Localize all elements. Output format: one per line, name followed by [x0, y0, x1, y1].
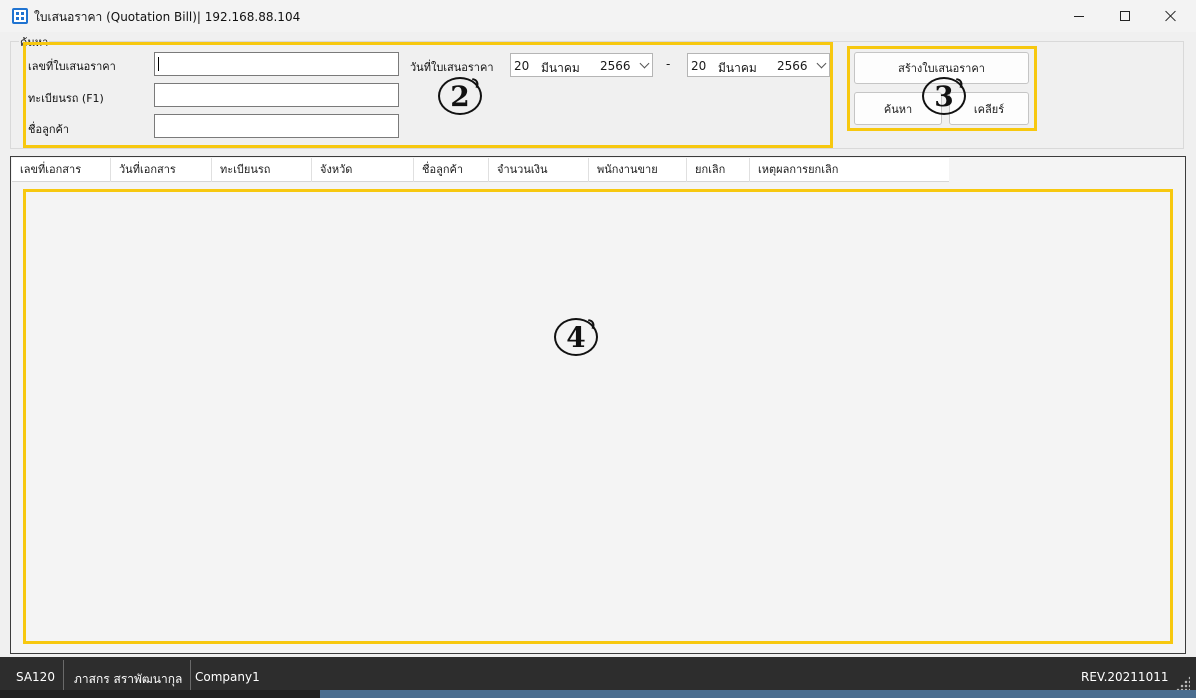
maximize-icon	[1120, 11, 1130, 21]
annotation-marker-2: 2	[438, 77, 482, 115]
taskbar-edge	[0, 690, 320, 698]
close-button[interactable]	[1148, 0, 1194, 32]
window-title: ใบเสนอราคา (Quotation Bill)| 192.168.88.…	[34, 10, 301, 24]
minimize-icon	[1074, 15, 1084, 17]
minimize-button[interactable]	[1056, 0, 1102, 32]
status-divider	[63, 660, 64, 690]
annotation-marker-4: 4	[554, 318, 598, 356]
column-header[interactable]: ชื่อลูกค้า	[414, 158, 489, 182]
status-user: ภาสกร สราพัฒนากุล	[74, 672, 183, 686]
maximize-button[interactable]	[1102, 0, 1148, 32]
column-header[interactable]: เหตุผลการยกเลิก	[750, 158, 949, 182]
column-header[interactable]: เลขที่เอกสาร	[12, 158, 111, 182]
column-header[interactable]: ทะเบียนรถ	[212, 158, 312, 182]
quotation-window: ใบเสนอราคา (Quotation Bill)| 192.168.88.…	[0, 0, 1196, 698]
annotation-marker-3: 3	[922, 77, 966, 115]
highlight-search-area	[23, 42, 833, 148]
status-revision: REV.20211011	[1081, 670, 1169, 684]
column-header[interactable]: พนักงานขาย	[589, 158, 687, 182]
close-icon	[1165, 10, 1177, 22]
column-header[interactable]: จังหวัด	[312, 158, 414, 182]
desktop-strip	[0, 690, 1196, 698]
grid-header: เลขที่เอกสาร วันที่เอกสาร ทะเบียนรถ จังห…	[12, 158, 949, 182]
column-header[interactable]: วันที่เอกสาร	[111, 158, 212, 182]
status-divider	[190, 660, 191, 690]
status-company: Company1	[195, 670, 260, 684]
column-header[interactable]: จำนวนเงิน	[489, 158, 589, 182]
column-header[interactable]: ยกเลิก	[687, 158, 750, 182]
app-grid-icon	[12, 8, 28, 24]
title-bar: ใบเสนอราคา (Quotation Bill)| 192.168.88.…	[0, 0, 1196, 32]
highlight-results-grid	[23, 189, 1173, 644]
status-screen-code: SA120	[16, 670, 55, 684]
